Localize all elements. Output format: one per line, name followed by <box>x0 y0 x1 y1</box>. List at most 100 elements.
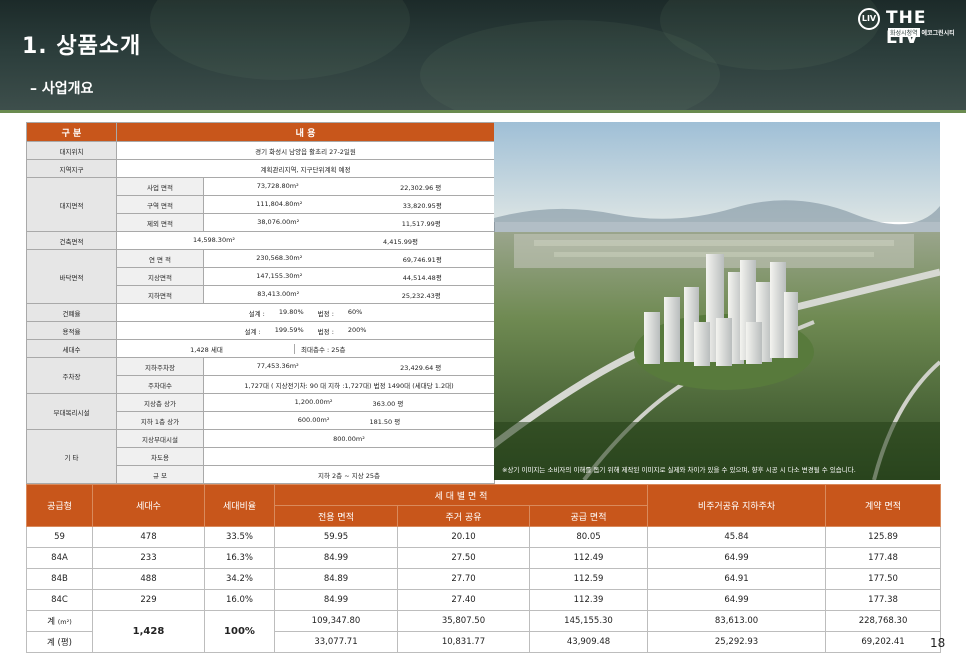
design-value: 19.80% <box>278 307 304 316</box>
total-unit: (m²) <box>57 618 72 626</box>
spec-value: 계획관리지역, 지구단위계획 예정 <box>115 159 496 178</box>
cell-common: 27.70 <box>397 568 530 590</box>
cell-exclusive: 33,077.71 <box>274 631 398 653</box>
area-py: 4,415.99평 <box>383 237 418 246</box>
cell-common: 27.50 <box>397 547 530 569</box>
spec-label: 부대복리시설 <box>26 393 117 430</box>
cell-supply: 112.39 <box>528 589 649 611</box>
legal-value: 200% <box>347 325 367 334</box>
brand-logo: LIV THE LIV 화성시청역 에코그린시티 <box>858 8 958 48</box>
cell-contract: 125.89 <box>825 526 942 548</box>
spec-label: 대지면적 <box>26 177 117 232</box>
area-m2: 1,200.00m² <box>294 397 333 406</box>
cell-households: 233 <box>92 547 205 569</box>
spec-label: 바닥면적 <box>26 249 117 304</box>
spec-value: 147,155.30m² 44,514.48평 <box>202 267 496 286</box>
spec-value: 설계 : 199.59% 법정 : 200% <box>115 321 496 340</box>
cell-contract: 228,768.30 <box>825 610 942 632</box>
spec-value: 111,804.80m² 33,820.95평 <box>202 195 496 214</box>
spec-row-site-area: 대지면적 사업 면적 73,728.80m² 22,302.96 평 <box>26 177 496 232</box>
spec-label: 용적율 <box>26 321 117 340</box>
area-m2: 230,568.30m² <box>256 253 303 262</box>
cell-common: 20.10 <box>397 526 530 548</box>
cell-supply: 43,909.48 <box>528 631 649 653</box>
spec-sublabel: 구역 면적 <box>116 195 204 214</box>
spec-head-content: 내 용 <box>115 122 496 142</box>
image-disclaimer: ※상기 이미지는 소비자의 이해를 돕기 위해 제작된 이미지로 실제와 차이가… <box>502 466 856 474</box>
spec-row-parking: 주차장 지하주차장 77,453.36m² 23,429.64 평 <box>26 357 496 394</box>
area-m2: 73,728.80m² <box>256 181 299 190</box>
spec-value: 설계 : 19.80% 법정 : 60% <box>115 303 496 322</box>
area-py: 44,514.48평 <box>402 273 442 282</box>
spec-sublabel: 지상부대시설 <box>116 429 204 448</box>
col-area-group: 세 대 별 면 적 <box>273 484 649 506</box>
logo-tag-left: 화성시청역 <box>888 28 920 37</box>
slide: 1. 상품소개 – 사업개요 LIV THE LIV 화성시청역 에코그린시티 … <box>0 0 966 669</box>
area-m2: 600.00m² <box>297 415 330 424</box>
spec-label: 지역지구 <box>26 159 117 178</box>
spec-row-etc: 기 타 지상부대시설 800.00m² <box>26 429 496 484</box>
page-number: 18 <box>930 636 946 650</box>
cell-ratio: 33.5% <box>204 526 275 548</box>
supply-area-table: 공급형 세대수 세대비율 세 대 별 면 적 비주거공유 지하주차 계약 면적 … <box>26 484 942 653</box>
spec-label: 세대수 <box>26 339 117 358</box>
spec-value: 38,076.00m² 11,517.99평 <box>202 213 496 232</box>
spec-row-building-area: 건축면적 14,598.30m² 4,415.99평 <box>26 231 496 250</box>
table-row: 84A 233 16.3% 84.99 27.50 112.49 64.99 1… <box>26 547 942 569</box>
cell-common: 10,831.77 <box>397 631 530 653</box>
cell-parking: 83,613.00 <box>647 610 827 632</box>
spec-row-floor-area: 바닥면적 연 면 적 230,568.30m² 69,746.91평 <box>26 249 496 304</box>
spec-sublabel: 지상면적 <box>116 267 204 286</box>
area-m2: 77,453.36m² <box>256 361 299 370</box>
legal-label: 법정 : <box>317 309 334 318</box>
spec-value: 1,727대 ( 지상전기차: 90 대 지하 :1,727대) 법정 1490… <box>202 375 496 394</box>
area-py: 181.50 평 <box>369 417 401 426</box>
spec-label: 건폐율 <box>26 303 117 322</box>
cell-households: 229 <box>92 589 205 611</box>
page-title: 1. 상품소개 <box>22 34 142 59</box>
project-spec-table: 구 분 내 용 대지위치 경기 화성시 남양읍 활초리 27-2일원 지역지구 … <box>26 122 496 484</box>
cell-supply: 145,155.30 <box>528 610 649 632</box>
cell-contract: 177.38 <box>825 589 942 611</box>
area-m2: 147,155.30m² <box>256 271 303 280</box>
spec-sublabel: 연 면 적 <box>116 249 204 268</box>
legal-value: 60% <box>347 307 363 316</box>
section-subtitle: – 사업개요 <box>30 81 94 97</box>
table-row: 84C 229 16.0% 84.99 27.40 112.39 64.99 1… <box>26 589 942 611</box>
cell-type: 84C <box>26 589 93 611</box>
spec-sublabel: 차도용 <box>116 447 204 466</box>
cell-type: 59 <box>26 526 93 548</box>
spec-value <box>202 447 496 466</box>
leaf-decoration <box>150 0 410 80</box>
spec-value: 지하 2층 ~ 지상 25층 <box>202 465 496 484</box>
spec-label: 기 타 <box>26 429 117 484</box>
col-exclusive: 전용 면적 <box>274 505 398 527</box>
cell-exclusive: 84.99 <box>274 589 398 611</box>
aerial-view-illustration <box>494 122 940 480</box>
area-py: 69,746.91평 <box>402 255 442 264</box>
area-py: 22,302.96 평 <box>400 183 442 192</box>
spec-value: 경기 화성시 남양읍 활초리 27-2일원 <box>115 141 496 160</box>
spec-header-row: 구 분 내 용 <box>26 122 496 142</box>
total-ratio: 100% <box>204 610 275 653</box>
logo-tagline: 화성시청역 에코그린시티 <box>888 28 955 37</box>
cell-households: 488 <box>92 568 205 590</box>
spec-row-location: 대지위치 경기 화성시 남양읍 활초리 27-2일원 <box>26 141 496 160</box>
spec-value: 73,728.80m² 22,302.96 평 <box>202 177 496 196</box>
cell-parking: 64.99 <box>647 547 827 569</box>
col-type: 공급형 <box>26 484 93 527</box>
area-py: 363.00 평 <box>372 399 404 408</box>
table-row: 59 478 33.5% 59.95 20.10 80.05 45.84 125… <box>26 526 942 548</box>
spec-row-facilities: 부대복리시설 지상층 상가 1,200.00m² 363.00 평 <box>26 393 496 430</box>
site-rendering-image: ※상기 이미지는 소비자의 이해를 돕기 위해 제작된 이미지로 실제와 차이가… <box>494 122 940 480</box>
cell-ratio: 34.2% <box>204 568 275 590</box>
cell-exclusive: 84.99 <box>274 547 398 569</box>
spec-label: 주차장 <box>26 357 117 394</box>
cell-common: 27.40 <box>397 589 530 611</box>
cell-supply: 112.59 <box>528 568 649 590</box>
design-value: 199.59% <box>274 325 304 334</box>
cell-exclusive: 84.89 <box>274 568 398 590</box>
spec-head-category: 구 분 <box>26 122 117 142</box>
cell-households: 478 <box>92 526 205 548</box>
cell-ratio: 16.3% <box>204 547 275 569</box>
